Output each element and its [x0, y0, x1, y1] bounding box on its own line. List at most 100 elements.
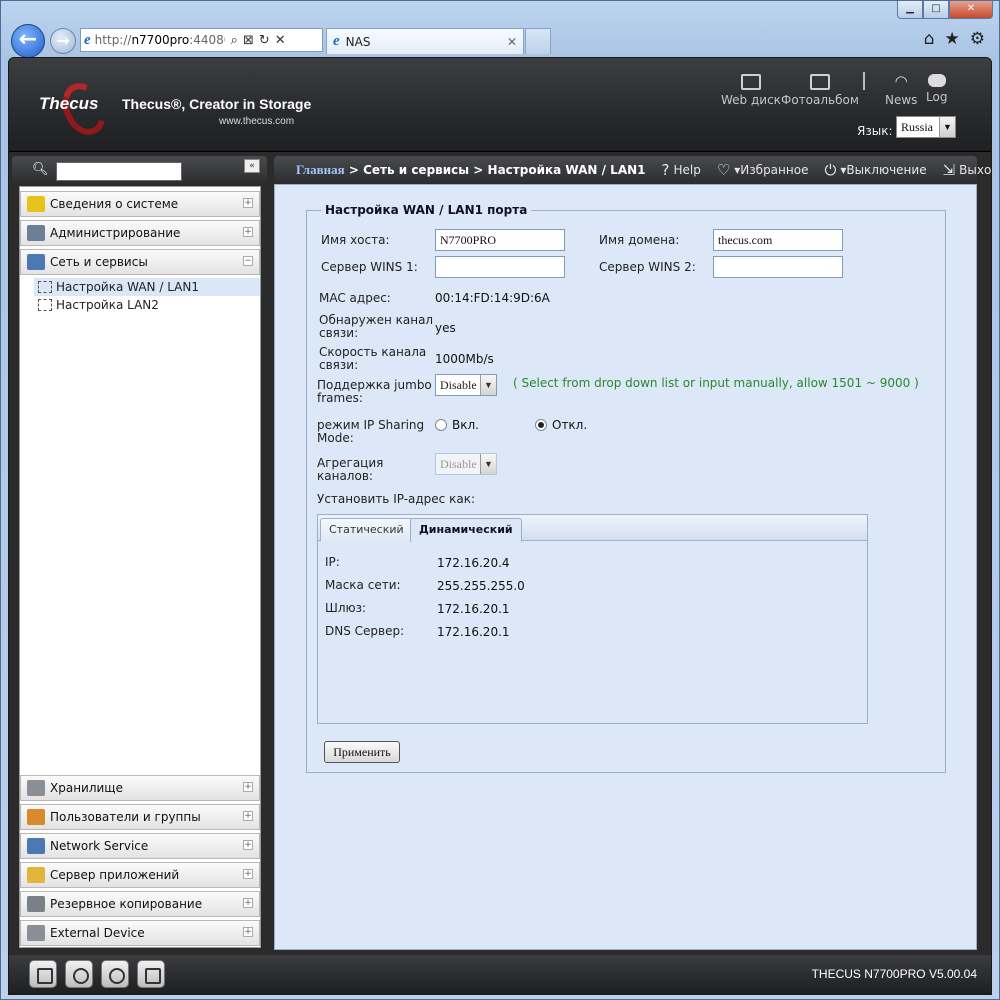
network-port-icon — [38, 281, 52, 293]
web-disk-label: Web диск — [721, 93, 781, 107]
refresh-icon[interactable]: ↻ — [259, 33, 270, 48]
expand-icon[interactable]: + — [243, 898, 253, 908]
collapse-sidebar-button[interactable]: « — [244, 159, 260, 173]
nas-app: Thecus Thecus®, Creator in Storage www.t… — [8, 57, 992, 995]
home-icon[interactable]: ⌂ — [924, 29, 935, 49]
brand-site: www.thecus.com — [219, 116, 295, 127]
sidebar-item-users-groups[interactable]: Пользователи и группы + — [20, 804, 260, 830]
breadcrumb-home[interactable]: Главная — [296, 162, 345, 177]
app-server-icon — [27, 867, 45, 883]
ip-mode-tabs: Статический Динамический IP: 172.16.20.4… — [317, 514, 868, 724]
mask-label: Маска сети: — [325, 578, 401, 592]
mac-label: MAC адрес: — [319, 291, 391, 305]
favorites-label: ▾Избранное — [734, 163, 809, 177]
hostname-label: Имя хоста: — [321, 233, 390, 247]
tab-title: NAS — [345, 34, 371, 49]
address-bar[interactable]: e http://n7700pro:44080/a ⌕ ⊠ ↻ ✕ — [80, 28, 323, 52]
sidebar-item-wan-lan1[interactable]: Настройка WAN / LAN1 — [34, 278, 260, 296]
language-select[interactable]: Russia ▼ — [896, 116, 956, 138]
chevron-down-icon[interactable]: ▼ — [480, 454, 496, 474]
stop-icon[interactable]: ✕ — [275, 33, 286, 48]
expand-icon[interactable]: + — [243, 782, 253, 792]
address-url[interactable]: http://n7700pro:44080/a — [95, 33, 225, 47]
wins1-input[interactable] — [435, 256, 565, 278]
expand-icon[interactable]: + — [243, 227, 253, 237]
url-rest: :44080/a — [189, 33, 224, 47]
breadcrumb: Главная > Сеть и сервисы > Настройка WAN… — [296, 162, 646, 178]
favorites-link[interactable]: ♡ ▾Избранное — [717, 161, 809, 179]
log-button[interactable]: Log — [926, 74, 947, 104]
network-icon — [27, 254, 45, 270]
new-tab-button[interactable] — [525, 28, 551, 54]
fan-status-icon[interactable] — [101, 960, 129, 988]
aggregation-select[interactable]: Disable ▼ — [435, 453, 497, 475]
ip-label: IP: — [325, 555, 340, 569]
expand-icon[interactable]: + — [243, 811, 253, 821]
mask-value: 255.255.255.0 — [437, 579, 525, 593]
logout-link[interactable]: ⇲ Выход — [943, 161, 991, 179]
expand-icon[interactable]: + — [243, 198, 253, 208]
wins2-input[interactable] — [713, 256, 843, 278]
domain-input[interactable]: thecus.com — [713, 229, 843, 251]
chevron-down-icon[interactable]: ▼ — [939, 117, 955, 137]
tab-close-icon[interactable]: ✕ — [507, 35, 517, 49]
disk-status-icon[interactable] — [65, 960, 93, 988]
collapse-icon[interactable]: − — [243, 256, 253, 266]
ipsharing-on-label: Вкл. — [452, 418, 479, 432]
expand-icon[interactable]: + — [243, 869, 253, 879]
sidebar-item-label: Настройка WAN / LAN1 — [56, 280, 199, 294]
maximize-button[interactable]: □ — [923, 1, 949, 19]
chevron-down-icon[interactable]: ▼ — [480, 375, 496, 395]
sidebar-item-label: Резервное копирование — [50, 897, 203, 911]
system-status-icon[interactable] — [29, 960, 57, 988]
ipsharing-off-radio[interactable] — [535, 419, 547, 431]
sidebar-item-lan2[interactable]: Настройка LAN2 — [34, 296, 260, 314]
sidebar-item-network-service[interactable]: Network Service + — [20, 833, 260, 859]
compat-view-icon[interactable]: ⊠ — [243, 33, 254, 48]
browser-tab[interactable]: e NAS ✕ — [326, 28, 524, 54]
web-disk-button[interactable]: Web диск — [721, 74, 781, 107]
tab-dynamic[interactable]: Динамический — [410, 518, 522, 542]
apply-button[interactable]: Применить — [324, 741, 400, 763]
sidebar-item-network-services[interactable]: Сеть и сервисы − — [20, 249, 260, 275]
app-header: Thecus Thecus®, Creator in Storage www.t… — [9, 58, 991, 152]
help-link[interactable]: ? Help — [662, 161, 701, 179]
external-device-icon — [27, 925, 45, 941]
expand-icon[interactable]: + — [243, 927, 253, 937]
sidebar: Сведения о системе + Администрирование +… — [19, 186, 261, 948]
tab-strip: Статический Динамический — [318, 515, 867, 542]
hostname-input[interactable]: N7700PRO — [435, 229, 565, 251]
favorites-star-icon[interactable]: ★ — [945, 29, 960, 49]
close-window-button[interactable]: ✕ — [949, 1, 993, 19]
sidebar-item-system-info[interactable]: Сведения о системе + — [20, 191, 260, 217]
log-label: Log — [926, 90, 948, 104]
sidebar-item-label: Пользователи и группы — [50, 810, 201, 824]
sidebar-item-app-server[interactable]: Сервер приложений + — [20, 862, 260, 888]
help-label: Help — [673, 163, 701, 177]
photo-album-button[interactable]: Фотоальбом — [781, 74, 859, 107]
jumbo-label: Поддержка jumbo frames: — [317, 378, 432, 405]
expand-icon[interactable]: + — [243, 840, 253, 850]
search-icon[interactable]: ⌕ — [231, 33, 238, 48]
jumbo-select[interactable]: Disable ▼ — [435, 374, 497, 396]
sidebar-item-external-device[interactable]: External Device + — [20, 920, 260, 946]
sidebar-item-backup[interactable]: Резервное копирование + — [20, 891, 260, 917]
menu-search-input[interactable] — [56, 162, 182, 181]
main-topbar: Главная > Сеть и сервисы > Настройка WAN… — [274, 156, 991, 184]
ipsharing-on-radio[interactable] — [435, 419, 447, 431]
ip-value: 172.16.20.4 — [437, 556, 510, 570]
minimize-button[interactable]: ▁ — [897, 1, 923, 19]
sidebar-item-administration[interactable]: Администрирование + — [20, 220, 260, 246]
browser-window: ▁ □ ✕ ← → e http://n7700pro:44080/a ⌕ ⊠ … — [0, 0, 1000, 1000]
tab-static[interactable]: Статический — [320, 518, 413, 541]
back-button[interactable]: ← — [11, 24, 45, 58]
window-controls: ▁ □ ✕ — [897, 1, 993, 19]
brand-tagline: Thecus®, Creator in Storage — [122, 96, 312, 112]
network-status-icon[interactable] — [137, 960, 165, 988]
sidebar-item-storage[interactable]: Хранилище + — [20, 775, 260, 801]
shutdown-link[interactable]: ⏻ ▾Выключение — [824, 161, 926, 179]
gear-icon[interactable]: ⚙ — [970, 29, 985, 49]
news-button[interactable]: ◠ News — [885, 74, 917, 108]
dns-label: DNS Сервер: — [325, 624, 405, 638]
forward-button[interactable]: → — [50, 28, 76, 54]
